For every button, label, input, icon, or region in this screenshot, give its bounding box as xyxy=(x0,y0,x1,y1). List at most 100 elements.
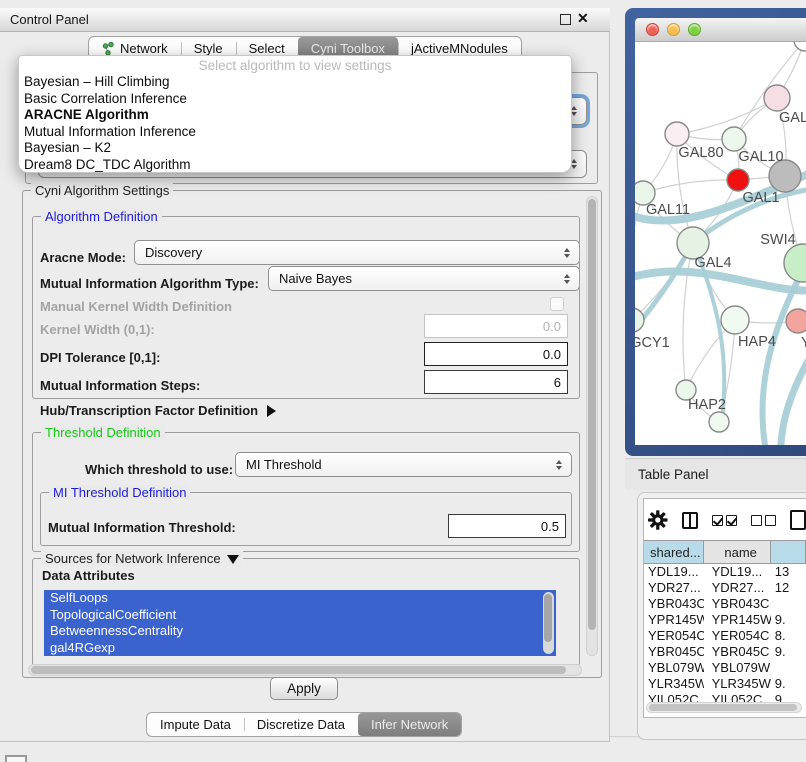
data-attribute-item[interactable]: TopologicalCoefficient xyxy=(44,607,556,624)
algorithm-definition-group: Algorithm Definition xyxy=(32,216,580,399)
algorithm-option[interactable]: Mutual Information Inference xyxy=(19,124,571,141)
column-header[interactable] xyxy=(771,541,806,563)
network-node-y[interactable] xyxy=(786,309,806,333)
table-cell: YBR045C xyxy=(644,644,704,660)
data-attribute-item[interactable]: gal4RGexp xyxy=(44,640,556,657)
apply-button[interactable]: Apply xyxy=(270,677,338,700)
deselect-all-checks-icon[interactable] xyxy=(751,515,776,526)
table-row[interactable]: YDR27...YDR27...12 xyxy=(644,580,806,596)
node-label: SWI4 xyxy=(760,232,795,248)
algorithm-dropdown-list: Bayesian – Hill ClimbingBasic Correlatio… xyxy=(19,74,571,173)
network-node-swi4[interactable] xyxy=(784,244,806,282)
table-row[interactable]: YLR345WYLR345W9. xyxy=(644,676,806,692)
table-cell: YBL079W xyxy=(644,660,704,676)
table-cell: YIL052C xyxy=(644,692,704,702)
network-edge-thick[interactable] xyxy=(781,344,806,445)
data-attribute-item[interactable]: BetweennessCentrality xyxy=(44,623,556,640)
which-threshold-combo[interactable]: MI Threshold xyxy=(235,452,572,477)
table-cell xyxy=(771,596,806,612)
combo-arrows-icon xyxy=(556,460,562,470)
table-row[interactable]: YER054CYER054C8. xyxy=(644,628,806,644)
table-cell: 9. xyxy=(771,612,806,628)
network-edge[interactable] xyxy=(635,193,643,320)
network-node-gal1[interactable] xyxy=(727,169,749,191)
scrollbar-thumb[interactable] xyxy=(649,704,797,711)
minimize-traffic-light[interactable] xyxy=(667,23,680,36)
hub-definition-expander[interactable]: Hub/Transcription Factor Definition xyxy=(40,403,276,418)
bottom-tab-discretize-data[interactable]: Discretize Data xyxy=(244,713,358,736)
network-edge-thick[interactable] xyxy=(635,243,693,342)
node-table[interactable]: shared...name YDL19...YDL19...13YDR27...… xyxy=(644,540,806,702)
table-cell: YDL19... xyxy=(644,564,704,580)
scrollbar-thumb[interactable] xyxy=(544,594,552,642)
mi-threshold-field[interactable] xyxy=(448,514,566,538)
table-row[interactable]: YBR045CYBR045C9. xyxy=(644,644,806,660)
table-cell: YLR345W xyxy=(644,676,704,692)
scrollbar-thumb[interactable] xyxy=(588,199,596,630)
table-row[interactable]: YBL079WYBL079W xyxy=(644,660,806,676)
network-node-gcy1[interactable] xyxy=(635,308,644,332)
zoom-traffic-light[interactable] xyxy=(688,23,701,36)
settings-horizontal-scrollbar[interactable] xyxy=(28,664,582,676)
algorithm-dropdown-hint: Select algorithm to view settings xyxy=(19,57,571,74)
network-canvas[interactable]: GALGAL80GAL10GAL1GAL11GAL4SWI4GCY1HAP4YH… xyxy=(635,42,806,445)
algorithm-option[interactable]: Basic Correlation Inference xyxy=(19,91,571,108)
table-panel-titlebar[interactable]: Table Panel xyxy=(625,458,806,490)
minimized-panel-icon[interactable] xyxy=(5,755,27,762)
close-traffic-light[interactable] xyxy=(646,23,659,36)
bottom-tab-impute-data[interactable]: Impute Data xyxy=(147,713,244,736)
table-row[interactable]: YPR145WYPR145W9. xyxy=(644,612,806,628)
tab-label: jActiveMNodules xyxy=(411,41,508,56)
table-row[interactable]: YIL052CYIL052C9. xyxy=(644,692,806,702)
table-cell: YDR27... xyxy=(644,580,704,596)
network-node-hap4[interactable] xyxy=(721,306,749,334)
algorithm-option[interactable]: ARACNE Algorithm xyxy=(19,107,571,124)
data-attributes-list[interactable]: SelfLoopsTopologicalCoefficientBetweenne… xyxy=(44,590,556,656)
list-vertical-scrollbar[interactable] xyxy=(543,592,554,654)
node-label: HAP4 xyxy=(738,334,776,350)
new-table-icon[interactable] xyxy=(790,510,806,530)
network-window-titlebar[interactable] xyxy=(635,18,806,42)
column-header[interactable]: shared... xyxy=(644,541,704,563)
table-cell: YPR145W xyxy=(644,612,704,628)
select-all-checks-icon[interactable] xyxy=(712,515,737,526)
network-edge-thick[interactable] xyxy=(635,271,806,290)
table-row[interactable]: YDL19...YDL19...13 xyxy=(644,564,806,580)
network-node[interactable] xyxy=(794,42,806,51)
algorithm-definition-label: Algorithm Definition xyxy=(41,209,162,224)
sources-group-label[interactable]: Sources for Network Inference xyxy=(41,551,243,566)
algorithm-dropdown-popup: Select algorithm to view settings Bayesi… xyxy=(18,55,572,173)
network-node-gal10[interactable] xyxy=(722,127,746,151)
collapse-down-icon xyxy=(227,555,239,564)
hub-definition-label: Hub/Transcription Factor Definition xyxy=(40,403,258,418)
settings-vertical-scrollbar[interactable] xyxy=(586,196,598,656)
float-window-icon[interactable] xyxy=(560,14,571,25)
column-header[interactable]: name xyxy=(704,541,771,563)
algorithm-option[interactable]: Bayesian – Hill Climbing xyxy=(19,74,571,91)
close-icon[interactable]: ✕ xyxy=(577,10,589,27)
bottom-tab-infer-network[interactable]: Infer Network xyxy=(358,713,461,736)
network-edge[interactable] xyxy=(643,180,738,193)
table-cell: YDR27... xyxy=(704,580,771,596)
columns-icon[interactable] xyxy=(682,512,699,529)
table-cell: YPR145W xyxy=(704,612,771,628)
network-node[interactable] xyxy=(709,412,729,432)
table-cell: YDL19... xyxy=(704,564,771,580)
table-cell: 9. xyxy=(771,676,806,692)
table-horizontal-scrollbar[interactable] xyxy=(646,702,802,713)
data-tools-tabbar: Impute DataDiscretize DataInfer Network xyxy=(146,712,462,737)
algorithm-option[interactable]: Bayesian – K2 xyxy=(19,140,571,157)
scrollbar-thumb[interactable] xyxy=(31,666,566,674)
gear-icon[interactable] xyxy=(648,510,668,530)
network-edge[interactable] xyxy=(683,243,693,390)
network-node-gal80[interactable] xyxy=(665,122,689,146)
data-attribute-item[interactable]: SelfLoops xyxy=(44,590,556,607)
control-panel-titlebar[interactable]: Control Panel xyxy=(0,8,610,32)
network-node-gal[interactable] xyxy=(764,85,790,111)
algorithm-option[interactable]: Dream8 DC_TDC Algorithm xyxy=(19,157,571,174)
table-cell: YBL079W xyxy=(704,660,771,676)
table-row[interactable]: YBR043CYBR043C xyxy=(644,596,806,612)
node-label: GAL1 xyxy=(742,190,779,206)
table-cell: 9. xyxy=(771,644,806,660)
node-label: GAL80 xyxy=(678,145,723,161)
